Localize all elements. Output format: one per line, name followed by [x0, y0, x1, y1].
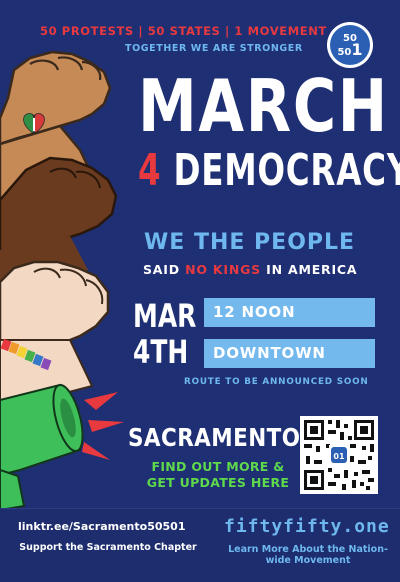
slogan-sub-before: SAID	[143, 262, 186, 277]
event-place-box: DOWNTOWN	[204, 339, 375, 368]
svg-text:01: 01	[333, 452, 345, 461]
title-democracy: 4 DEMOCRACY	[138, 148, 400, 194]
slogan-sub-after: IN AMERICA	[260, 262, 358, 277]
title-democracy-word: DEMOCRACY	[173, 145, 400, 196]
event-day: 4TH	[133, 333, 189, 371]
tagline-top: 50 PROTESTS | 50 STATES | 1 MOVEMENT	[40, 24, 327, 38]
fifty-fifty-one-logo: 50 501	[327, 22, 373, 68]
slogan-headline: WE THE PEOPLE	[144, 230, 356, 255]
title-four: 4	[138, 145, 162, 196]
support-text: Support the Sacramento Chapter	[19, 542, 197, 553]
chapter-link[interactable]: linktr.ee/Sacramento50501	[18, 520, 185, 533]
qr-code-icon[interactable]: 01	[300, 416, 378, 494]
slogan-sub: SAID NO KINGS IN AMERICA	[143, 262, 357, 277]
logo-1: 1	[351, 39, 363, 59]
poster: 50 PROTESTS | 50 STATES | 1 MOVEMENT TOG…	[0, 0, 400, 582]
logo-mark: 50 501	[330, 25, 370, 65]
learn-more-text: Learn More About the Nation-wide Movemen…	[228, 544, 388, 566]
title-march: MARCH	[138, 64, 389, 148]
logo-50-bottom: 50	[337, 46, 352, 58]
city-name: SACRAMENTO	[128, 423, 301, 452]
tagline-sub: TOGETHER WE ARE STRONGER	[125, 43, 303, 54]
event-time-box: 12 NOON	[204, 298, 375, 327]
cta-text: FIND OUT MORE & GET UPDATES HERE	[146, 459, 290, 490]
megaphone-icon	[0, 383, 124, 512]
route-note: ROUTE TO BE ANNOUNCED SOON	[184, 377, 369, 387]
site-link[interactable]: fiftyfifty.one	[224, 516, 390, 537]
event-date: MAR 4TH	[133, 298, 196, 370]
event-month: MAR	[133, 297, 197, 335]
slogan-no-kings: NO KINGS	[185, 262, 261, 277]
